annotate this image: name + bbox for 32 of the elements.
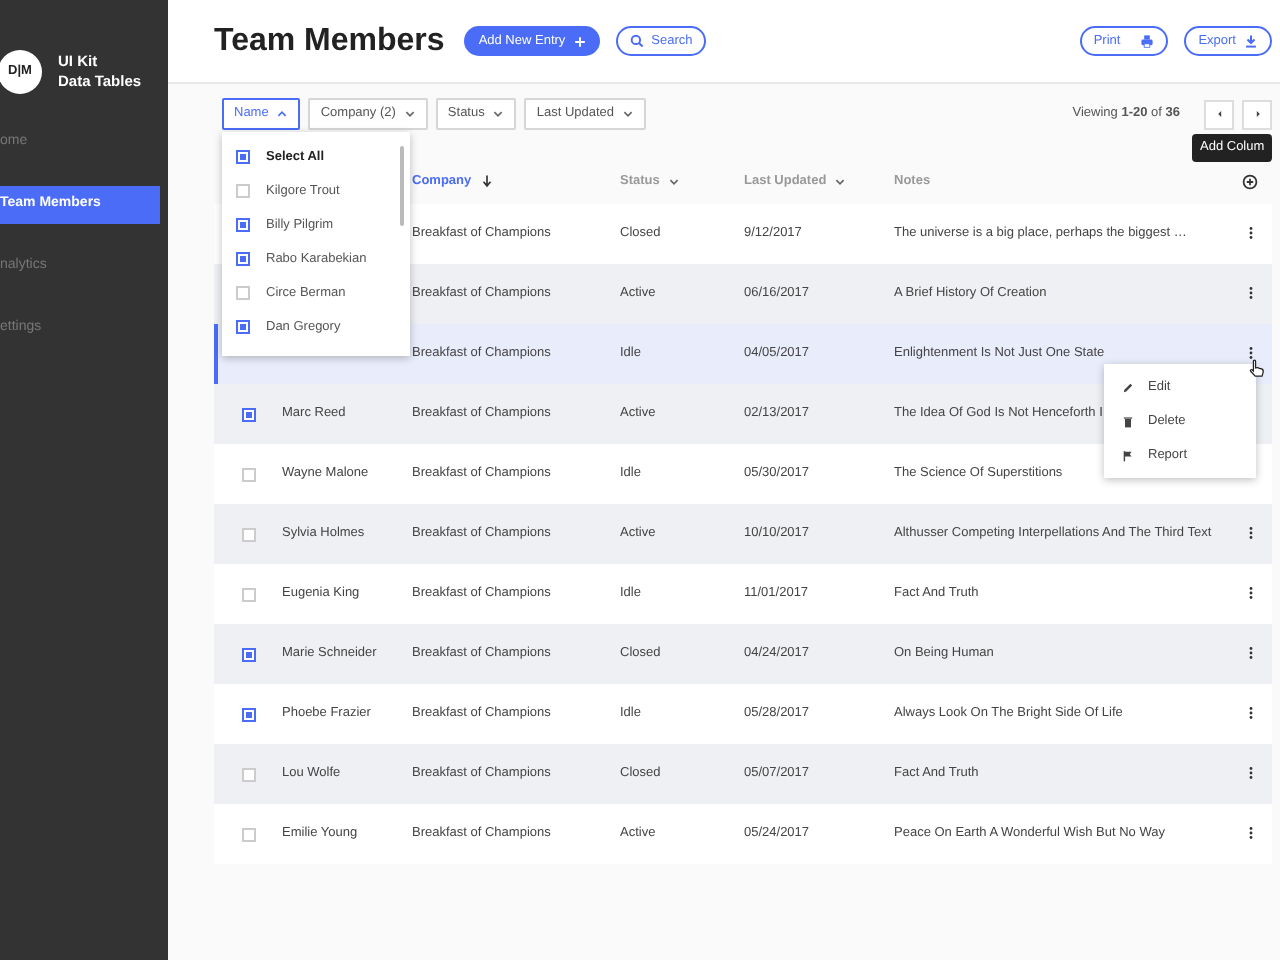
printer-icon [1140,34,1155,48]
row-checkbox[interactable] [241,827,255,841]
chevron-right-icon [1251,108,1263,120]
checkbox[interactable] [236,150,250,164]
row-checkbox[interactable] [241,767,255,781]
row-checkbox[interactable] [241,587,255,601]
trash-icon [1122,415,1134,427]
row-checkbox[interactable] [241,647,255,661]
row-checkbox[interactable] [241,407,255,421]
search-icon [629,34,644,48]
checkbox[interactable] [236,320,250,334]
caret-icon [492,108,505,120]
checkbox[interactable] [236,286,250,300]
checkbox[interactable] [236,184,250,198]
add-column-icon [1242,173,1258,189]
row-checkbox[interactable] [241,707,255,721]
caret-icon [276,108,289,120]
row-checkbox[interactable] [241,527,255,541]
row-checkbox[interactable] [241,467,255,481]
caret-icon [403,108,416,120]
chevron-left-icon [1213,108,1225,120]
checkbox[interactable] [236,252,250,266]
checkbox[interactable] [236,218,250,232]
caret-icon [667,175,680,187]
caret-icon [622,108,635,120]
sort-arrow-icon [479,174,494,188]
flag-icon [1122,449,1134,461]
plus-icon [573,35,586,47]
download-icon [1244,34,1258,48]
caret-icon [834,175,847,187]
scrollbar[interactable] [400,146,404,226]
page-title: Team Members [214,21,445,61]
